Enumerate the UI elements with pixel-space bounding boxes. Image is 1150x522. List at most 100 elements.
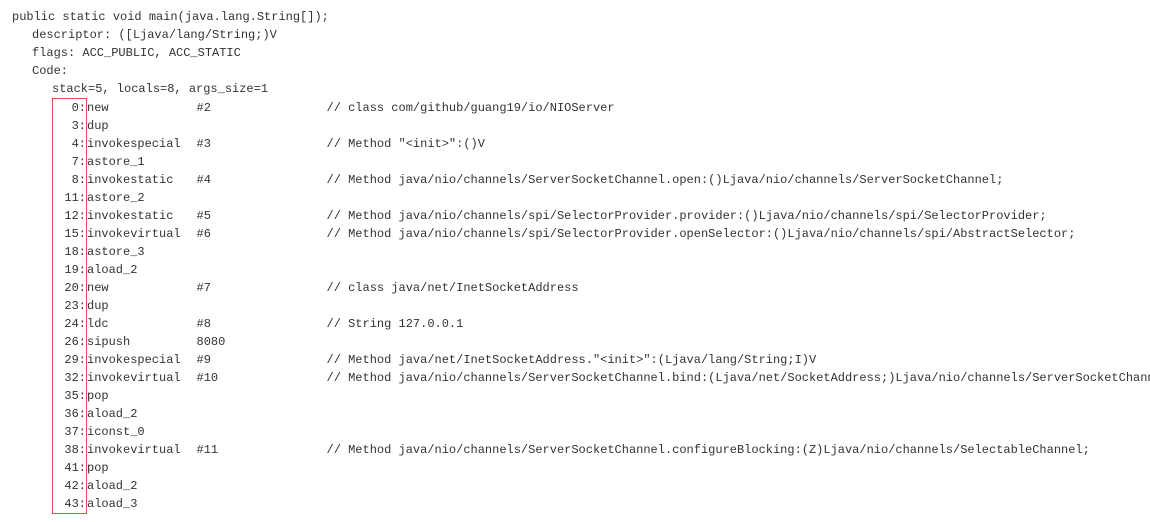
instruction-opcode: invokestatic — [87, 171, 197, 189]
instruction-argument: #10 — [197, 369, 327, 387]
instruction-comment — [327, 117, 1150, 135]
instruction-opcode: astore_1 — [87, 153, 197, 171]
instruction-opcode: new — [87, 279, 197, 297]
bytecode-row: 29:invokespecial#9// Method java/net/Ine… — [53, 351, 1150, 369]
instruction-offset: 8: — [53, 171, 87, 189]
instruction-offset: 4: — [53, 135, 87, 153]
instruction-offset: 38: — [53, 441, 87, 459]
instruction-offset: 32: — [53, 369, 87, 387]
method-signature: public static void main(java.lang.String… — [12, 8, 1138, 26]
bytecode-row: 42:aload_2 — [53, 477, 1150, 495]
instruction-argument: #9 — [197, 351, 327, 369]
instruction-comment: // Method java/nio/channels/spi/Selector… — [327, 225, 1150, 243]
bytecode-row: 12:invokestatic#5// Method java/nio/chan… — [53, 207, 1150, 225]
instruction-comment: // Method "<init>":()V — [327, 135, 1150, 153]
instruction-opcode: astore_2 — [87, 189, 197, 207]
instruction-opcode: ldc — [87, 315, 197, 333]
instruction-comment — [327, 297, 1150, 315]
instruction-argument — [197, 297, 327, 315]
instruction-offset: 29: — [53, 351, 87, 369]
instruction-argument — [197, 477, 327, 495]
bytecode-row: 4:invokespecial#3// Method "<init>":()V — [53, 135, 1150, 153]
instruction-opcode: aload_2 — [87, 261, 197, 279]
instruction-comment — [327, 261, 1150, 279]
instruction-comment — [327, 153, 1150, 171]
instruction-argument: 8080 — [197, 333, 327, 351]
instruction-argument — [197, 405, 327, 423]
bytecode-row: 15:invokevirtual#6// Method java/nio/cha… — [53, 225, 1150, 243]
method-flags: flags: ACC_PUBLIC, ACC_STATIC — [12, 44, 1138, 62]
instruction-argument: #11 — [197, 441, 327, 459]
instruction-comment — [327, 405, 1150, 423]
instruction-offset: 3: — [53, 117, 87, 135]
instruction-comment — [327, 333, 1150, 351]
instruction-argument — [197, 153, 327, 171]
instruction-comment: // Method java/nio/channels/ServerSocket… — [327, 441, 1150, 459]
instruction-argument: #2 — [197, 99, 327, 118]
bytecode-row: 35:pop — [53, 387, 1150, 405]
instruction-argument — [197, 423, 327, 441]
instruction-argument — [197, 387, 327, 405]
instruction-opcode: iconst_0 — [87, 423, 197, 441]
instruction-comment — [327, 387, 1150, 405]
bytecode-row: 41:pop — [53, 459, 1150, 477]
instruction-comment — [327, 189, 1150, 207]
instruction-offset: 11: — [53, 189, 87, 207]
instruction-opcode: pop — [87, 387, 197, 405]
bytecode-row: 3:dup — [53, 117, 1150, 135]
instruction-argument: #6 — [197, 225, 327, 243]
instruction-argument: #4 — [197, 171, 327, 189]
instruction-comment — [327, 423, 1150, 441]
instruction-comment: // Method java/nio/channels/ServerSocket… — [327, 171, 1150, 189]
instruction-offset: 7: — [53, 153, 87, 171]
bytecode-row: 7:astore_1 — [53, 153, 1150, 171]
instruction-offset: 0: — [53, 99, 87, 118]
instruction-opcode: aload_2 — [87, 477, 197, 495]
instruction-opcode: new — [87, 99, 197, 118]
bytecode-row: 36:aload_2 — [53, 405, 1150, 423]
instruction-opcode: pop — [87, 459, 197, 477]
instruction-comment: // class com/github/guang19/io/NIOServer — [327, 99, 1150, 118]
instruction-offset: 26: — [53, 333, 87, 351]
instruction-comment — [327, 459, 1150, 477]
bytecode-row: 18:astore_3 — [53, 243, 1150, 261]
instruction-opcode: invokespecial — [87, 135, 197, 153]
instruction-comment — [327, 477, 1150, 495]
instruction-offset: 20: — [53, 279, 87, 297]
method-descriptor: descriptor: ([Ljava/lang/String;)V — [12, 26, 1138, 44]
instruction-opcode: invokevirtual — [87, 369, 197, 387]
instruction-comment: // String 127.0.0.1 — [327, 315, 1150, 333]
instruction-argument — [197, 261, 327, 279]
stack-info: stack=5, locals=8, args_size=1 — [12, 80, 1138, 98]
instruction-opcode: aload_2 — [87, 405, 197, 423]
instruction-argument: #3 — [197, 135, 327, 153]
bytecode-row: 8:invokestatic#4// Method java/nio/chann… — [53, 171, 1150, 189]
code-label: Code: — [12, 62, 1138, 80]
instruction-offset: 41: — [53, 459, 87, 477]
instruction-argument — [197, 243, 327, 261]
bytecode-row: 11:astore_2 — [53, 189, 1150, 207]
instruction-argument: #8 — [197, 315, 327, 333]
instruction-argument — [197, 189, 327, 207]
instruction-offset: 23: — [53, 297, 87, 315]
instruction-argument — [197, 117, 327, 135]
instruction-opcode: dup — [87, 297, 197, 315]
instruction-opcode: sipush — [87, 333, 197, 351]
bytecode-row: 20:new#7// class java/net/InetSocketAddr… — [53, 279, 1150, 297]
instruction-comment — [327, 243, 1150, 261]
instruction-opcode: invokestatic — [87, 207, 197, 225]
bytecode-row: 23:dup — [53, 297, 1150, 315]
instruction-offset: 15: — [53, 225, 87, 243]
instruction-argument — [197, 459, 327, 477]
bytecode-row: 37:iconst_0 — [53, 423, 1150, 441]
instruction-comment: // Method java/nio/channels/spi/Selector… — [327, 207, 1150, 225]
instruction-offset: 35: — [53, 387, 87, 405]
instruction-offset: 19: — [53, 261, 87, 279]
instruction-argument: #7 — [197, 279, 327, 297]
bytecode-row: 19:aload_2 — [53, 261, 1150, 279]
instruction-offset: 36: — [53, 405, 87, 423]
instruction-offset: 42: — [53, 477, 87, 495]
bytecode-row: 24:ldc#8// String 127.0.0.1 — [53, 315, 1150, 333]
instruction-comment: // Method java/net/InetSocketAddress."<i… — [327, 351, 1150, 369]
instruction-offset: 12: — [53, 207, 87, 225]
